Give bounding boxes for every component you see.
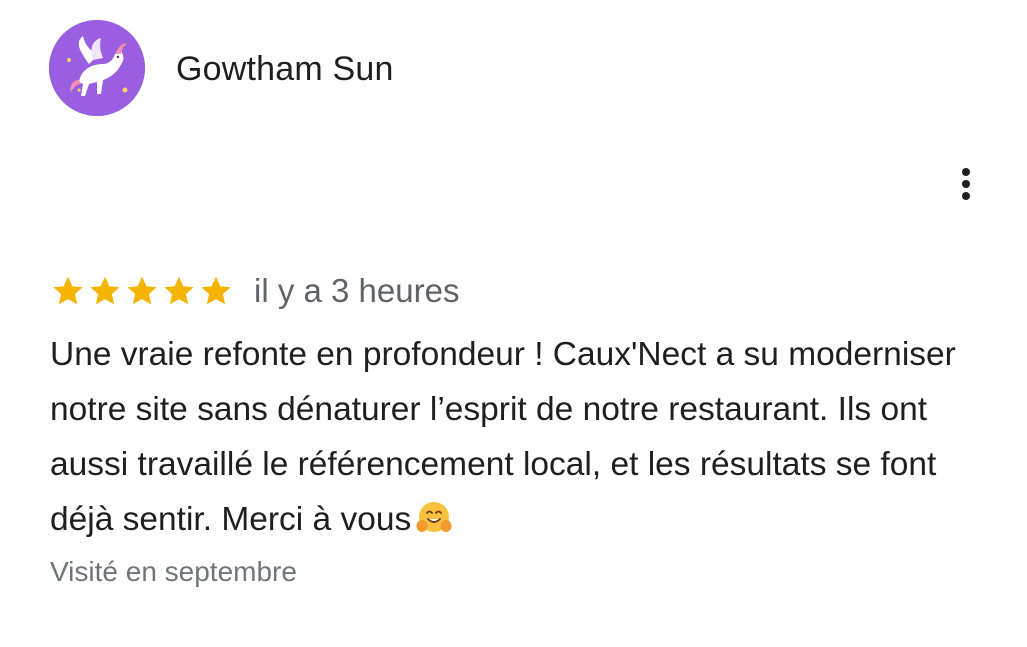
author-avatar[interactable] [49, 20, 145, 116]
visited-date: Visité en septembre [50, 556, 297, 587]
star-icon [161, 273, 197, 309]
star-icon [198, 273, 234, 309]
review-text-block: Une vraie refonte en profondeur ! Caux'N… [50, 327, 1000, 547]
star-icon [50, 273, 86, 309]
more-options-button[interactable] [946, 160, 986, 208]
review-text: Une vraie refonte en profondeur ! Caux'N… [50, 336, 956, 538]
star-rating [50, 273, 234, 309]
pegasus-avatar-icon [49, 20, 145, 116]
review-time: il y a 3 heures [254, 272, 460, 309]
rating-row: il y a 3 heures [50, 270, 459, 312]
star-icon [124, 273, 160, 309]
hugging-face-emoji-icon [415, 499, 453, 537]
more-vert-icon [946, 160, 986, 208]
review-card: Gowtham Sun il y a 3 heures Une vraie re… [0, 0, 1027, 647]
author-name[interactable]: Gowtham Sun [176, 49, 394, 89]
star-icon [87, 273, 123, 309]
